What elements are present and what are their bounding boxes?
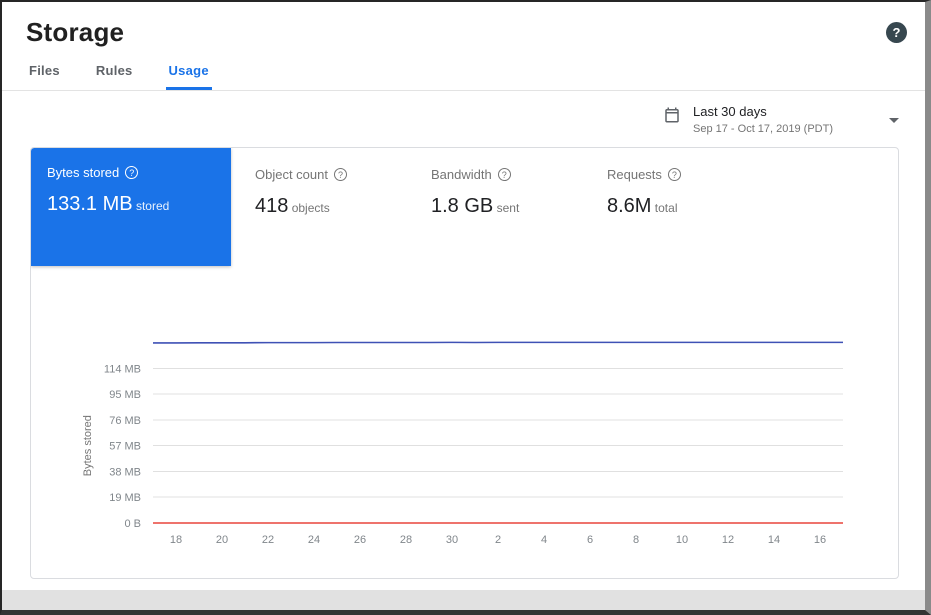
svg-text:10: 10: [676, 534, 688, 546]
metric-value: 8.6M total: [607, 195, 753, 218]
metric-value: 1.8 GB sent: [431, 195, 577, 218]
metric-value: 418 objects: [255, 195, 401, 218]
metric-value: 133.1 MB stored: [47, 193, 215, 216]
svg-text:26: 26: [354, 534, 366, 546]
tab-bar: Files Rules Usage: [2, 56, 925, 91]
metric-card-bandwidth[interactable]: Bandwidth? 1.8 GB sent: [407, 148, 583, 266]
tab-rules[interactable]: Rules: [93, 56, 136, 90]
metric-card-requests[interactable]: Requests? 8.6M total: [583, 148, 759, 266]
svg-text:14: 14: [768, 534, 780, 546]
svg-text:18: 18: [170, 534, 182, 546]
date-range-label: Last 30 days: [693, 104, 843, 119]
svg-text:8: 8: [633, 534, 639, 546]
svg-text:2: 2: [495, 534, 501, 546]
svg-text:76 MB: 76 MB: [109, 415, 141, 427]
metric-unit: stored: [133, 199, 170, 213]
metric-help-icon: ?: [125, 166, 138, 179]
metric-unit: sent: [493, 201, 519, 215]
usage-chart: 114 MB95 MB76 MB57 MB38 MB19 MB0 B182022…: [31, 318, 898, 558]
help-icon: ?: [893, 25, 901, 40]
tab-usage[interactable]: Usage: [166, 56, 212, 90]
metric-title: Bandwidth?: [431, 167, 577, 182]
help-button[interactable]: ?: [886, 22, 907, 43]
svg-text:22: 22: [262, 534, 274, 546]
svg-text:38 MB: 38 MB: [109, 466, 141, 478]
metric-help-icon: ?: [334, 168, 347, 181]
svg-text:24: 24: [308, 534, 320, 546]
page-header: Storage ?: [2, 2, 925, 56]
metric-unit: total: [651, 201, 677, 215]
svg-text:19 MB: 19 MB: [109, 492, 141, 504]
date-range-text: Last 30 days Sep 17 - Oct 17, 2019 (PDT): [693, 104, 843, 135]
tab-files[interactable]: Files: [26, 56, 63, 90]
metric-unit: objects: [288, 201, 329, 215]
svg-text:57 MB: 57 MB: [109, 441, 141, 453]
metric-card-bytes-stored[interactable]: Bytes stored? 133.1 MB stored: [31, 148, 231, 266]
svg-text:4: 4: [541, 534, 547, 546]
metrics-row: Bytes stored? 133.1 MB stored Object count…: [31, 148, 898, 266]
svg-text:16: 16: [814, 534, 826, 546]
svg-text:12: 12: [722, 534, 734, 546]
date-range-detail: Sep 17 - Oct 17, 2019 (PDT): [693, 123, 843, 135]
svg-text:30: 30: [446, 534, 458, 546]
svg-text:20: 20: [216, 534, 228, 546]
date-row: Last 30 days Sep 17 - Oct 17, 2019 (PDT): [2, 91, 925, 143]
svg-text:114 MB: 114 MB: [104, 363, 141, 375]
metric-help-icon: ?: [668, 168, 681, 181]
page-footer-strip: [2, 590, 925, 610]
usage-card: Bytes stored? 133.1 MB stored Object count…: [30, 147, 899, 579]
svg-text:Bytes stored: Bytes stored: [82, 415, 94, 476]
calendar-icon: [663, 104, 681, 124]
page-title: Storage: [26, 17, 124, 48]
svg-text:0 B: 0 B: [124, 518, 141, 530]
usage-line-chart: 114 MB95 MB76 MB57 MB38 MB19 MB0 B182022…: [43, 318, 899, 558]
chevron-down-icon: [889, 110, 899, 128]
metric-title: Bytes stored?: [47, 165, 215, 180]
svg-text:95 MB: 95 MB: [109, 389, 141, 401]
metric-help-icon: ?: [498, 168, 511, 181]
metric-title: Object count?: [255, 167, 401, 182]
metric-title: Requests?: [607, 167, 753, 182]
svg-text:6: 6: [587, 534, 593, 546]
metric-card-object-count[interactable]: Object count? 418 objects: [231, 148, 407, 266]
storage-page: Storage ? Files Rules Usage Last 30 days S…: [0, 0, 931, 615]
svg-text:28: 28: [400, 534, 412, 546]
date-range-selector[interactable]: Last 30 days Sep 17 - Oct 17, 2019 (PDT): [663, 104, 899, 135]
